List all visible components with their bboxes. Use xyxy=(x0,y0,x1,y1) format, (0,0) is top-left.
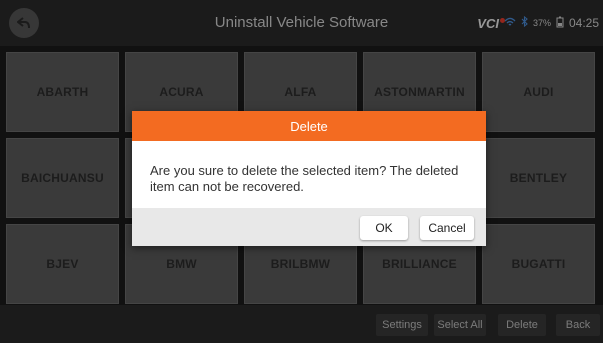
dialog-footer: OK Cancel xyxy=(132,208,486,246)
ok-button[interactable]: OK xyxy=(360,216,408,240)
cancel-button[interactable]: Cancel xyxy=(420,216,474,240)
dialog-title: Delete xyxy=(132,111,486,141)
delete-dialog: Delete Are you sure to delete the select… xyxy=(132,111,486,246)
dialog-message: Are you sure to delete the selected item… xyxy=(150,163,459,194)
